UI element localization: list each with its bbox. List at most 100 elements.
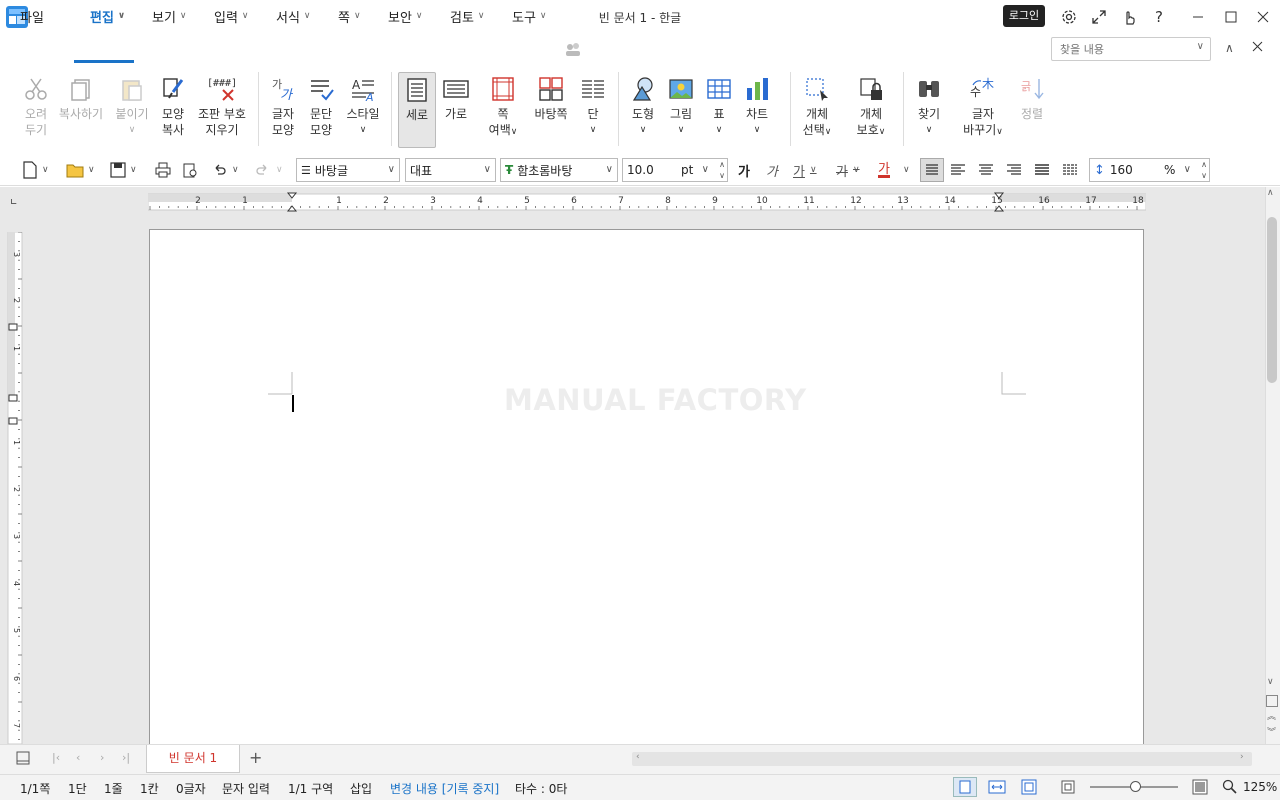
font-lang-select[interactable]: 대표 ∨ [405,158,496,182]
zoom-full-icon[interactable] [1192,779,1208,798]
bold-icon[interactable]: 가 [738,160,750,180]
line-spacing-stepper[interactable]: ∧ ∨ [1201,159,1207,181]
vertical-scroll-thumb[interactable] [1267,217,1277,383]
new-doc-icon[interactable]: ∨ [22,160,49,180]
paste-button[interactable]: 붙이기 ∨ [112,76,152,138]
menu-tab-edit[interactable]: 편집 ∨ [90,6,125,26]
settings-gear-icon[interactable] [1058,6,1080,28]
prev-page-icon[interactable]: ︽ [1267,712,1276,722]
object-protect-button[interactable]: 개체 보호∨ [852,76,890,140]
ruler-corner-icon[interactable]: ∟ [10,198,18,208]
print-preview-icon[interactable] [182,160,198,180]
para-shape-button[interactable]: 문단 모양 [304,76,338,138]
help-icon[interactable]: ? [1148,6,1170,28]
char-shape-button[interactable]: 가가 글자 모양 [266,76,300,138]
font-size-input[interactable]: 10.0 pt ∨ ∧ ∨ [622,158,728,182]
next-page-icon[interactable]: ︾ [1267,728,1276,738]
search-box[interactable]: ∨ [1051,37,1211,61]
menu-tab-tools[interactable]: 도구 ∨ [512,6,547,26]
master-page-button[interactable]: 바탕쪽 [532,76,570,122]
distribute-icon[interactable] [1034,160,1050,180]
align-right-icon[interactable] [1006,160,1022,180]
sort-button[interactable]: 긁 정렬 [1016,76,1048,122]
font-name-select[interactable]: Ŧ 함초롬바탕 ∨ [500,158,618,182]
italic-icon[interactable]: 가 [766,160,778,180]
expand-icon[interactable] [1088,6,1110,28]
table-button[interactable]: 표 ∨ [704,76,734,138]
page-view-icon[interactable] [1266,695,1278,707]
save-icon[interactable]: ∨ [110,160,137,180]
prev-tab-icon[interactable]: ‹ [76,751,80,764]
redo-icon[interactable]: ∨ [256,160,283,180]
menu-tab-page[interactable]: 쪽 ∨ [338,6,361,26]
zoom-search-icon[interactable] [1222,779,1238,798]
replace-button[interactable]: 수木 글자 바꾸기∨ [960,76,1006,140]
underline-icon[interactable]: 가 ∨ [793,160,817,180]
align-left-icon[interactable] [950,160,966,180]
chevron-down-icon[interactable]: ∨ [1197,41,1204,52]
status-insert-mode[interactable]: 삽입 [350,780,372,797]
margin-marker-icon[interactable] [8,394,18,402]
menu-file[interactable]: 파일 [20,6,44,26]
undo-icon[interactable]: ∨ [212,160,239,180]
fit-page-icon[interactable] [1020,779,1038,798]
open-folder-icon[interactable]: ∨ [66,160,95,180]
font-color-icon[interactable]: 가 [878,160,890,178]
menu-tab-view[interactable]: 보기 ∨ [152,6,187,26]
horizontal-scrollbar[interactable] [632,752,1252,766]
strikethrough-icon[interactable]: 가 ∨ [836,160,860,180]
normal-view-button[interactable] [953,777,977,797]
shape-button[interactable]: 도형 ∨ [626,76,660,138]
menu-tab-input[interactable]: 입력 ∨ [214,6,249,26]
copy-button[interactable]: 복사하기 [56,76,106,122]
horizontal-ruler[interactable]: 2 1 1 2 3 4 5 6 7 8 9 10 11 12 13 14 15 16 17 18 [148,192,1146,212]
scroll-left-icon[interactable]: ‹ [636,752,640,762]
style-button[interactable]: AA 스타일 ∨ [344,76,382,138]
find-button[interactable]: 찾기 ∨ [914,76,944,138]
share-people-icon[interactable] [565,41,581,60]
margin-marker-icon[interactable] [8,417,18,425]
zoom-level[interactable]: 125% [1243,780,1277,794]
chart-button[interactable]: 차트 ∨ [742,76,772,138]
last-tab-icon[interactable]: ›| [122,751,130,764]
cut-button[interactable]: 오려 두기 [20,76,52,138]
touch-hand-icon[interactable] [1118,6,1140,28]
document-page[interactable] [149,229,1144,769]
close-doc-icon[interactable] [1252,41,1263,55]
fit-width-icon[interactable] [988,779,1006,798]
search-input[interactable] [1052,38,1182,60]
scroll-up-icon[interactable]: ∧ [1267,188,1274,198]
status-track-changes[interactable]: 변경 내용 [기록 중지] [390,780,499,797]
zoom-page-icon[interactable] [1060,779,1076,798]
page-margin-button[interactable]: 쪽 여백∨ [486,76,520,140]
split-align-icon[interactable] [1062,160,1078,180]
login-button[interactable]: 로그인 [1003,5,1045,27]
font-size-stepper[interactable]: ∧ ∨ [719,159,725,181]
next-tab-icon[interactable]: › [100,751,104,764]
status-page[interactable]: 1/1쪽 [20,780,50,797]
vertical-orientation-button[interactable]: 세로 [398,72,436,148]
status-input-mode[interactable]: 문자 입력 [222,780,270,797]
justify-align-button[interactable] [920,158,944,182]
zoom-slider-thumb[interactable] [1130,781,1141,792]
chevron-down-icon[interactable]: ∨ [903,160,910,180]
close-icon[interactable] [1252,6,1274,28]
format-copy-button[interactable]: 모양 복사 [156,76,190,138]
collapse-ribbon-icon[interactable]: ∧ [1225,41,1234,55]
columns-button[interactable]: 단 ∨ [578,76,608,138]
scroll-right-icon[interactable]: › [1240,752,1244,762]
align-center-icon[interactable] [978,160,994,180]
menu-tab-format[interactable]: 서식 ∨ [276,6,311,26]
clear-marks-button[interactable]: [###] 조판 부호 지우기 [196,76,248,138]
maximize-icon[interactable] [1220,6,1242,28]
picture-button[interactable]: 그림 ∨ [666,76,696,138]
scroll-down-icon[interactable]: ∨ [1267,677,1274,687]
minimize-icon[interactable] [1187,6,1209,28]
menu-tab-review[interactable]: 검토 ∨ [450,6,485,26]
menu-tab-security[interactable]: 보안 ∨ [388,6,423,26]
add-tab-button[interactable]: + [249,748,262,767]
print-icon[interactable] [155,160,171,180]
document-tab-active[interactable]: 빈 문서 1 [146,745,240,773]
sidebar-toggle-icon[interactable] [16,751,30,768]
line-spacing-input[interactable]: ↕ 160 % ∨ ∧ ∨ [1089,158,1210,182]
